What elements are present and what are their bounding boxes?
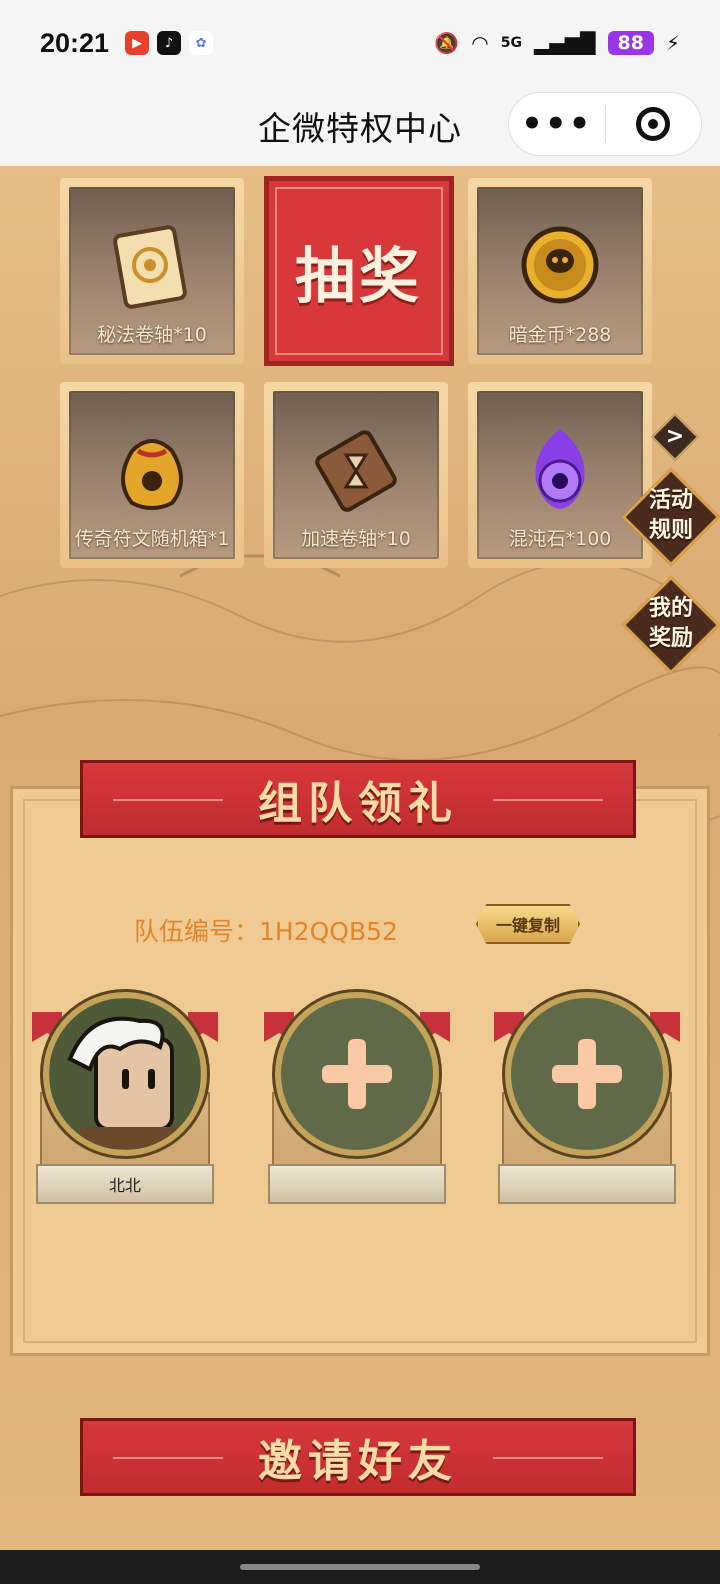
- prize-dark-gold: 暗金币*288: [468, 178, 652, 364]
- member-name-plate: 北北: [36, 1164, 214, 1204]
- draw-lottery-label: 抽奖: [295, 241, 423, 312]
- title-bar: 企微特权中心 •••: [0, 86, 720, 166]
- prize-label: 加速卷轴*10: [301, 528, 411, 550]
- prize-arcane-scroll: 秘法卷轴*10: [60, 178, 244, 364]
- hourglass-scroll-icon: [315, 430, 397, 512]
- status-time: 20:21: [40, 27, 110, 58]
- bag-icon: [121, 439, 183, 510]
- ribbon-decoration: [113, 799, 223, 801]
- skull-coin-icon: [521, 226, 599, 304]
- prize-chaos-stone: 混沌石*100: [468, 382, 652, 568]
- prize-card-inner: 暗金币*288: [477, 187, 643, 355]
- video-app-icon: ▶: [125, 31, 150, 55]
- purple-orb-icon: [535, 429, 585, 509]
- prize-card-inner: 混沌石*100: [477, 391, 643, 559]
- prize-label: 传奇符文随机箱*1: [74, 528, 230, 550]
- target-close-icon: [636, 107, 671, 141]
- status-app-icons: ▶ ♪ ✿: [125, 31, 214, 55]
- mini-program-capsule: •••: [508, 92, 702, 156]
- scroll-icon: [113, 225, 187, 309]
- invite-friends-header: 邀请好友: [80, 1418, 636, 1496]
- close-mini-program-button[interactable]: [606, 107, 702, 141]
- character-avatar-icon: [50, 999, 200, 1149]
- page-title: 企微特权中心: [258, 109, 462, 148]
- home-indicator[interactable]: [240, 1564, 480, 1570]
- system-home-bar: [0, 1550, 720, 1584]
- draw-lottery-button[interactable]: 抽奖: [264, 176, 454, 366]
- status-bar: 20:21 ▶ ♪ ✿ 🔕 ◠ 5G ▂▄▆█ 88 ⚡: [0, 0, 720, 86]
- my-rewards-label: 我的 奖励: [648, 596, 693, 651]
- team-gift-title: 组队领礼: [258, 778, 458, 829]
- team-id-label: 队伍编号：1H2QQB52: [134, 917, 398, 946]
- prize-label: 秘法卷轴*10: [97, 324, 207, 346]
- status-right: 🔕 ◠ 5G ▂▄▆█ 88 ⚡: [434, 31, 680, 55]
- prize-legend-rune-box: 传奇符文随机箱*1: [60, 382, 244, 568]
- plus-icon: [552, 1039, 622, 1109]
- prize-label: 暗金币*288: [508, 324, 612, 346]
- mute-bell-icon: 🔕: [434, 31, 460, 55]
- copy-team-id-button[interactable]: 一键复制: [476, 904, 580, 944]
- prize-card-inner: 加速卷轴*10: [273, 391, 439, 559]
- invite-friends-title: 邀请好友: [258, 1436, 458, 1487]
- team-gift-header: 组队领礼: [80, 760, 636, 838]
- activity-rules-button[interactable]: 活动 规则: [621, 467, 720, 567]
- prize-card-inner: 传奇符文随机箱*1: [69, 391, 235, 559]
- invite-member-button[interactable]: [275, 992, 439, 1156]
- ribbon-decoration: [113, 1457, 223, 1459]
- invite-member-button[interactable]: [505, 992, 669, 1156]
- prize-speed-scroll: 加速卷轴*10: [264, 382, 448, 568]
- wifi-icon: ◠: [471, 31, 489, 55]
- plus-icon: [322, 1039, 392, 1109]
- battery-level: 88: [607, 31, 654, 55]
- activity-rules-label: 活动 规则: [648, 488, 693, 543]
- next-prizes-arrow[interactable]: >: [650, 412, 700, 462]
- team-member-slot: [262, 992, 452, 1212]
- ribbon-decoration: [493, 1457, 603, 1459]
- flower-app-icon: ✿: [189, 31, 214, 55]
- tiktok-icon: ♪: [157, 31, 182, 55]
- more-menu-button[interactable]: •••: [509, 104, 605, 144]
- main-content: 秘法卷轴*10 抽奖 暗金币*288 传奇符文随机箱*1 加速卷轴*10 混沌石…: [0, 166, 720, 1550]
- member-name-plate: [498, 1164, 676, 1204]
- prize-label: 混沌石*100: [508, 528, 612, 550]
- avatar: [43, 992, 207, 1156]
- team-member-slot: 北北: [30, 992, 220, 1212]
- my-rewards-button[interactable]: 我的 奖励: [621, 575, 720, 675]
- member-name-plate: [268, 1164, 446, 1204]
- chevron-right-icon: >: [665, 424, 685, 449]
- charging-icon: ⚡: [665, 31, 680, 55]
- signal-icon: ▂▄▆█: [533, 31, 596, 55]
- team-member-slot: [492, 992, 682, 1212]
- network-type: 5G: [500, 35, 522, 51]
- ribbon-decoration: [493, 799, 603, 801]
- prize-card-inner: 秘法卷轴*10: [69, 187, 235, 355]
